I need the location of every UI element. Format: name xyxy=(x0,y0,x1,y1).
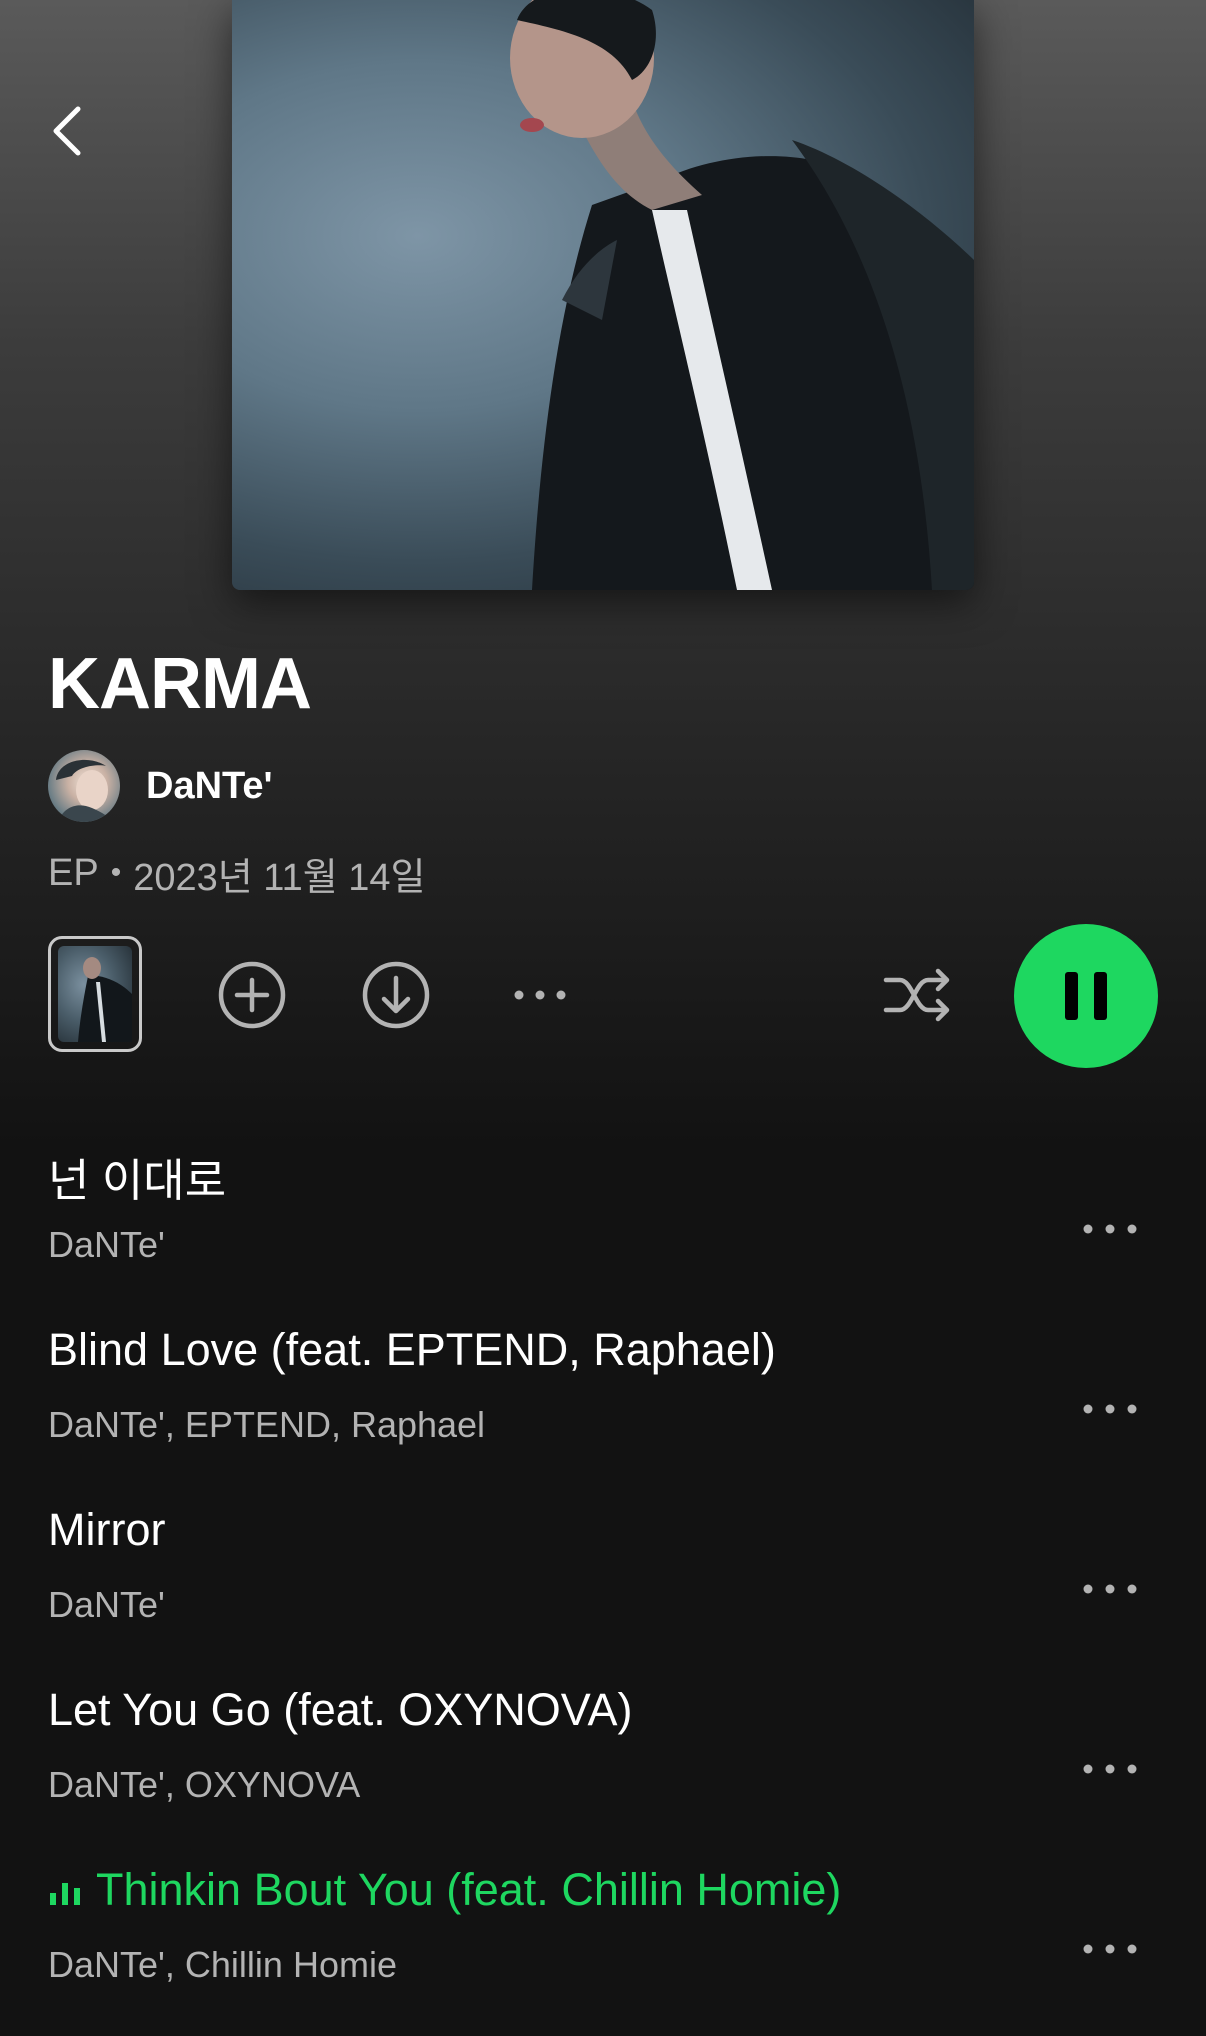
more-horizontal-icon xyxy=(514,990,566,1000)
more-horizontal-icon xyxy=(1083,1944,1137,1954)
track-artists: DaNTe' xyxy=(48,1584,165,1625)
track-more-button[interactable] xyxy=(1070,1554,1150,1624)
more-options-button[interactable] xyxy=(505,960,575,1030)
track-title: Thinkin Bout You (feat. Chillin Homie) xyxy=(96,1864,842,1915)
pause-button[interactable] xyxy=(1014,924,1158,1068)
track-more-button[interactable] xyxy=(1070,1374,1150,1444)
track-title: Mirror xyxy=(48,1504,166,1555)
chevron-left-icon xyxy=(53,106,81,156)
album-type: EP xyxy=(48,851,99,894)
plus-circle-icon xyxy=(218,961,286,1029)
pause-icon xyxy=(1065,972,1107,1020)
track-title: Blind Love (feat. EPTEND, Raphael) xyxy=(48,1324,776,1375)
track-title: Let You Go (feat. OXYNOVA) xyxy=(48,1684,633,1735)
album-title: KARMA xyxy=(48,644,312,724)
track-row[interactable]: Mirror DaNTe' xyxy=(0,1486,1206,1666)
album-cover xyxy=(232,0,974,590)
back-button[interactable] xyxy=(40,95,100,165)
track-more-button[interactable] xyxy=(1070,1734,1150,1804)
track-row[interactable]: 넌 이대로 DaNTe' xyxy=(0,1126,1206,1306)
track-more-button[interactable] xyxy=(1070,1914,1150,1984)
meta-separator: • xyxy=(110,856,122,889)
track-list: 넌 이대로 DaNTe' Blind Love (feat. EPTEND, R… xyxy=(0,1126,1206,2026)
track-artists: DaNTe' xyxy=(48,1224,165,1265)
more-horizontal-icon xyxy=(1083,1764,1137,1774)
shuffle-button[interactable] xyxy=(882,960,952,1030)
artist-avatar xyxy=(48,750,120,822)
track-artists: DaNTe', EPTEND, Raphael xyxy=(48,1404,486,1445)
more-horizontal-icon xyxy=(1083,1584,1137,1594)
add-to-library-button[interactable] xyxy=(217,960,287,1030)
shuffle-icon xyxy=(883,968,950,1022)
album-preview-button[interactable] xyxy=(48,936,142,1052)
track-artists: DaNTe', Chillin Homie xyxy=(48,1944,397,1985)
release-date: 2023년 11월 14일 xyxy=(133,856,426,899)
track-artists: DaNTe', OXYNOVA xyxy=(48,1764,361,1805)
download-circle-icon xyxy=(362,961,430,1029)
more-horizontal-icon xyxy=(1083,1404,1137,1414)
track-title: 넌 이대로 xyxy=(48,1155,227,1206)
equalizer-bars-icon xyxy=(50,1883,80,1905)
album-meta: EP • 2023년 11월 14일 xyxy=(48,848,426,899)
track-row[interactable]: Let You Go (feat. OXYNOVA) DaNTe', OXYNO… xyxy=(0,1666,1206,1846)
track-row-now-playing[interactable]: Thinkin Bout You (feat. Chillin Homie) D… xyxy=(0,1846,1206,2026)
album-thumbnail xyxy=(58,946,132,1042)
track-more-button[interactable] xyxy=(1070,1194,1150,1264)
download-button[interactable] xyxy=(361,960,431,1030)
artist-name: DaNTe' xyxy=(146,764,273,807)
action-bar xyxy=(0,920,1206,1070)
track-title-playing: Thinkin Bout You (feat. Chillin Homie) xyxy=(48,1864,841,1916)
more-horizontal-icon xyxy=(1083,1224,1137,1234)
track-row[interactable]: Blind Love (feat. EPTEND, Raphael) DaNTe… xyxy=(0,1306,1206,1486)
artist-link[interactable]: DaNTe' xyxy=(48,750,273,822)
